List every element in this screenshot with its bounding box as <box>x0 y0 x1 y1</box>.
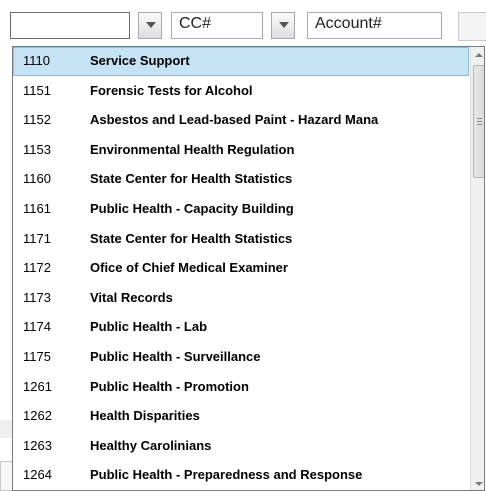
dropdown-option[interactable]: 1263 Healthy Carolinians <box>13 432 469 461</box>
dropdown-option[interactable]: 1262 Health Disparities <box>13 402 469 431</box>
option-name: Asbestos and Lead-based Paint - Hazard M… <box>90 112 379 127</box>
dropdown-option[interactable]: 1172 Ofice of Chief Medical Examiner <box>13 254 469 283</box>
option-code: 1175 <box>23 349 51 364</box>
option-code: 1173 <box>23 290 51 305</box>
scroll-grip-line <box>477 124 482 125</box>
option-code: 1161 <box>23 201 51 216</box>
option-code: 1261 <box>23 379 52 394</box>
option-name: Vital Records <box>90 290 173 305</box>
option-name: Public Health - Surveillance <box>90 349 261 364</box>
scroll-grip-icon <box>477 118 482 119</box>
option-name: State Center for Health Statistics <box>90 171 293 186</box>
option-name: Public Health - Lab <box>90 319 208 334</box>
background-toolbar-edge <box>458 12 486 41</box>
option-code: 1264 <box>23 467 52 482</box>
option-name: State Center for Health Statistics <box>90 231 293 246</box>
dropdown-scrollbar[interactable] <box>470 47 484 490</box>
scroll-grip-line <box>477 121 482 122</box>
option-code: 1153 <box>23 142 51 157</box>
option-name: Service Support <box>90 53 190 68</box>
scroll-down-button[interactable] <box>472 476 484 490</box>
main-select-dropdown-button[interactable] <box>138 12 162 39</box>
dropdown-option[interactable]: 1171 State Center for Health Statistics <box>13 225 469 254</box>
dropdown-option[interactable]: 1173 Vital Records <box>13 284 469 313</box>
option-code: 1174 <box>23 319 51 334</box>
dropdown-option[interactable]: 1174 Public Health - Lab <box>13 313 469 342</box>
option-code: 1171 <box>23 231 51 246</box>
chevron-down-icon <box>279 22 289 28</box>
account-number-field[interactable]: Account# <box>307 12 442 39</box>
option-code: 1151 <box>23 83 51 98</box>
chevron-down-icon <box>146 22 156 28</box>
cost-center-dropdown-list[interactable]: 1110 Service Support 1151 Forensic Tests fo… <box>12 46 485 491</box>
option-code: 1262 <box>23 408 52 423</box>
option-code: 1263 <box>23 438 52 453</box>
scroll-up-arrow-icon <box>475 53 483 57</box>
cc-number-field[interactable]: CC# <box>171 12 263 39</box>
option-name: Health Disparities <box>90 408 200 423</box>
option-name: Healthy Carolinians <box>90 438 212 453</box>
option-name: Environmental Health Regulation <box>90 142 295 157</box>
option-name: Public Health - Promotion <box>90 379 249 394</box>
cc-dropdown-button[interactable] <box>271 12 295 39</box>
background-panel-strip <box>0 420 12 438</box>
dropdown-option[interactable]: 1152 Asbestos and Lead-based Paint - Haza… <box>13 106 469 135</box>
dropdown-option[interactable]: 1151 Forensic Tests for Alcohol <box>13 77 469 106</box>
dropdown-option[interactable]: 1110 Service Support <box>13 47 469 76</box>
cc-number-value: CC# <box>179 15 212 32</box>
option-name: Forensic Tests for Alcohol <box>90 83 253 98</box>
dropdown-option[interactable]: 1261 Public Health - Promotion <box>13 373 469 402</box>
dropdown-option[interactable]: 1160 State Center for Health Statistics <box>13 165 469 194</box>
dropdown-option[interactable]: 1153 Environmental Health Regulation <box>13 136 469 165</box>
dropdown-option[interactable]: 1161 Public Health - Capacity Building <box>13 195 469 224</box>
option-code: 1152 <box>23 112 51 127</box>
option-code: 1172 <box>23 260 51 275</box>
scroll-thumb[interactable] <box>473 65 484 178</box>
dropdown-option[interactable]: 1264 Public Health - Preparedness and Res… <box>13 461 469 490</box>
account-number-value: Account# <box>315 15 382 32</box>
scroll-up-button[interactable] <box>472 47 484 63</box>
option-name: Ofice of Chief Medical Examiner <box>90 260 288 275</box>
main-select-field[interactable] <box>10 12 130 39</box>
dropdown-option[interactable]: 1175 Public Health - Surveillance <box>13 343 469 372</box>
option-name: Public Health - Preparedness and Respons… <box>90 467 363 482</box>
option-code: 1160 <box>23 171 51 186</box>
scroll-down-arrow-icon <box>475 482 483 486</box>
option-code: 1110 <box>23 53 50 68</box>
option-name: Public Health - Capacity Building <box>90 201 294 216</box>
